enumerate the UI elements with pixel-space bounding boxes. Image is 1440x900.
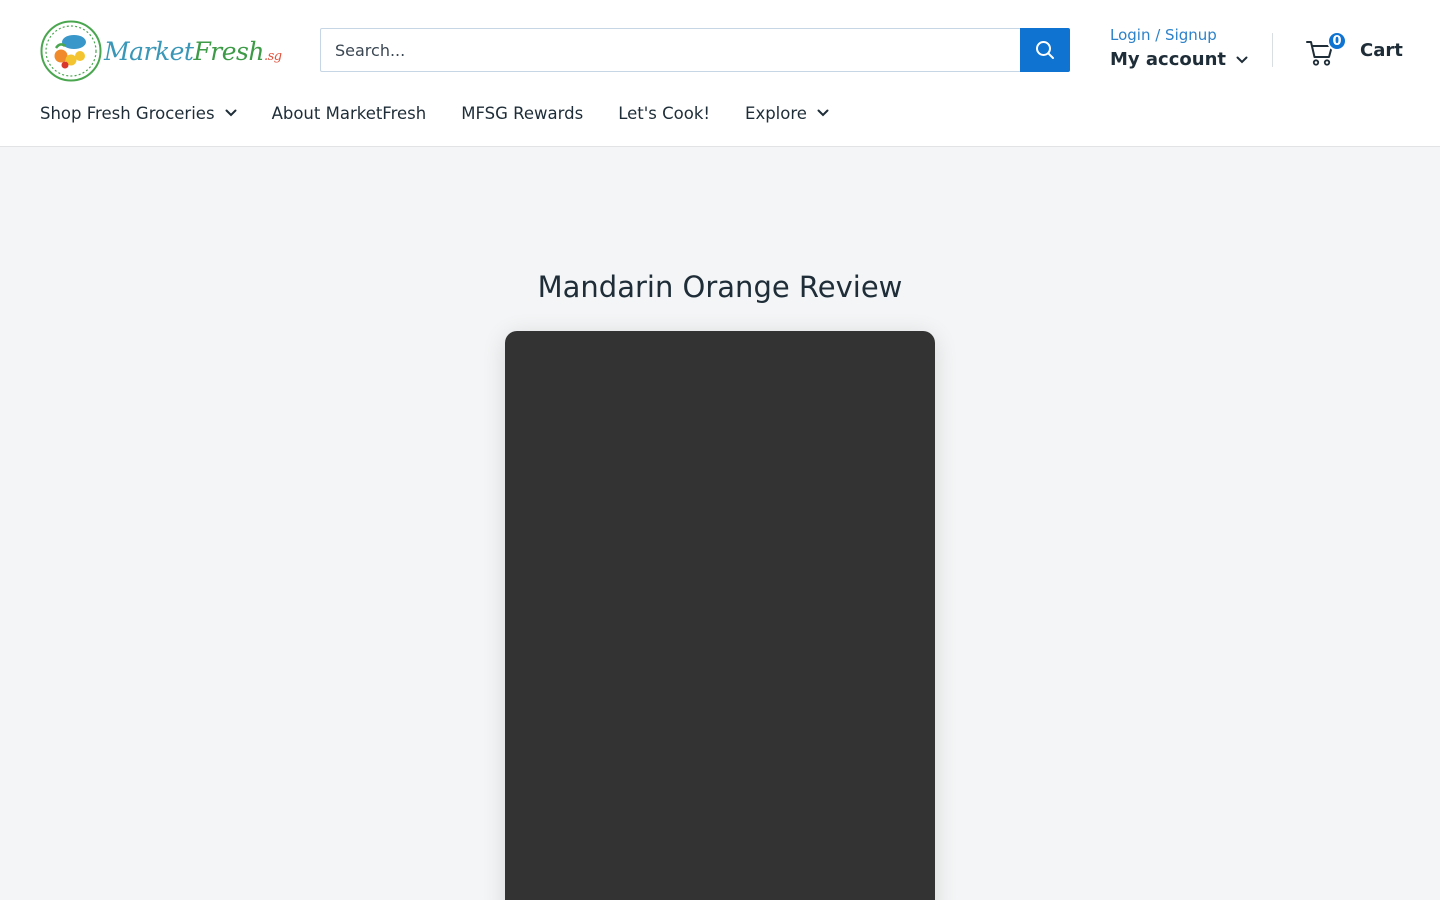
search-icon [1036,41,1054,59]
search-form [320,28,1070,72]
site-logo[interactable]: MarketFresh.sg [40,20,282,82]
nav-item-mfsg-rewards[interactable]: MFSG Rewards [461,104,583,123]
nav-item-label: Shop Fresh Groceries [40,103,215,123]
video-player[interactable] [505,331,935,900]
nav-item-label: MFSG Rewards [461,103,584,123]
cart-count-badge: 0 [1327,31,1347,51]
main-navigation: Shop Fresh Groceries About MarketFresh M… [40,102,864,124]
nav-item-explore[interactable]: Explore [745,104,829,123]
cart-icon-wrap: 0 [1306,30,1347,66]
account-block: Login / Signup My account [1110,24,1248,70]
chevron-down-icon [817,109,829,117]
login-signup-link[interactable]: Login / Signup [1110,24,1248,46]
nav-item-label: Explore [745,103,807,123]
logo-wordmark: MarketFresh.sg [104,37,282,66]
logo-text-market: Market [104,36,194,66]
header-divider [1272,33,1273,67]
nav-item-about-marketfresh[interactable]: About MarketFresh [272,104,427,123]
logo-text-fresh: Fresh [193,36,264,66]
nav-item-label: Let's Cook! [618,103,711,123]
page-title: Mandarin Orange Review [537,270,903,304]
chevron-down-icon [225,109,237,117]
cart-button[interactable]: 0 Cart [1306,30,1403,66]
site-header: MarketFresh.sg Login / Signup My account [0,0,1440,147]
nav-item-label: About MarketFresh [271,103,427,123]
my-account-label: My account [1110,49,1226,70]
search-button[interactable] [1020,28,1070,72]
chevron-down-icon [1236,56,1248,63]
nav-item-shop-fresh-groceries[interactable]: Shop Fresh Groceries [40,104,237,123]
logo-text-sg: .sg [263,48,282,64]
my-account-dropdown[interactable]: My account [1110,49,1248,70]
logo-emblem-icon [40,20,102,82]
nav-item-lets-cook[interactable]: Let's Cook! [618,104,710,123]
cart-label: Cart [1360,39,1403,61]
search-input[interactable] [320,28,1020,72]
